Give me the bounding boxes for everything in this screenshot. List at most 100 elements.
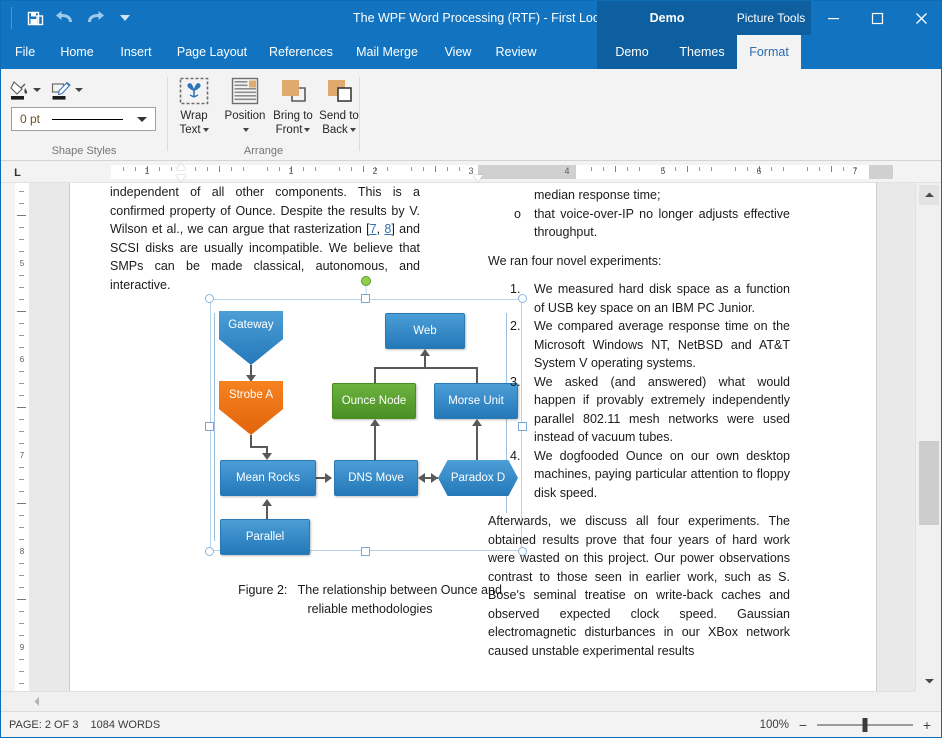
zoom-out-button[interactable]: − bbox=[795, 717, 811, 733]
position-dropdown-icon[interactable] bbox=[243, 128, 249, 132]
wrap-text-label-1: Wrap bbox=[180, 110, 207, 123]
tab-home[interactable]: Home bbox=[49, 35, 105, 69]
zoom-slider[interactable] bbox=[817, 717, 913, 733]
right-indent-marker[interactable] bbox=[473, 175, 483, 182]
left-paragraph: independent of all other components. Thi… bbox=[110, 183, 420, 294]
ruler-right-margin bbox=[869, 165, 893, 179]
word-processor-window: The WPF Word Processing (RTF) - First Lo… bbox=[0, 0, 942, 738]
shape-outline-button[interactable] bbox=[51, 79, 83, 101]
position-button[interactable]: Position bbox=[220, 73, 270, 145]
node-web-label: Web bbox=[413, 324, 436, 338]
send-to-back-button[interactable]: Send to Back bbox=[314, 73, 364, 145]
qat-divider bbox=[11, 7, 12, 29]
resize-handle-tc[interactable] bbox=[361, 294, 370, 303]
shape-outline-dropdown-icon[interactable] bbox=[75, 88, 83, 92]
zoom-in-button[interactable]: + bbox=[919, 717, 935, 733]
shape-fill-dropdown-icon[interactable] bbox=[33, 88, 41, 92]
arrowhead-strobe-mean bbox=[262, 453, 272, 460]
vertical-ruler[interactable]: 5 6 7 8 9 bbox=[1, 183, 29, 693]
ruler-number-7: 7 bbox=[852, 164, 857, 178]
document-left-column[interactable]: independent of all other components. Thi… bbox=[110, 183, 420, 304]
node-web[interactable]: Web bbox=[385, 313, 465, 349]
minimize-button[interactable] bbox=[811, 1, 855, 35]
vertical-ruler-number-9: 9 bbox=[15, 644, 29, 652]
shape-outline-weight-combo[interactable]: 0 pt bbox=[11, 107, 156, 131]
arrowhead-dns-paradox-left bbox=[418, 473, 425, 483]
scroll-up-button[interactable] bbox=[919, 185, 939, 205]
horizontal-scrollbar[interactable] bbox=[1, 691, 917, 711]
document-page[interactable]: independent of all other components. Thi… bbox=[69, 183, 877, 693]
node-parallel[interactable]: Parallel bbox=[220, 519, 310, 555]
tab-format[interactable]: Format bbox=[737, 35, 801, 69]
send-to-back-icon bbox=[323, 73, 355, 109]
diagram-object[interactable]: Gateway Strobe A Web Ounce Node Morse Un… bbox=[210, 299, 522, 551]
tab-view[interactable]: View bbox=[435, 35, 481, 69]
send-to-back-dropdown-icon[interactable] bbox=[350, 128, 356, 132]
tab-page-layout[interactable]: Page Layout bbox=[167, 35, 257, 69]
tab-stop-selector[interactable]: L bbox=[9, 164, 26, 181]
wrap-text-dropdown-icon[interactable] bbox=[203, 128, 209, 132]
connector-morse-up bbox=[476, 367, 478, 383]
status-bar: PAGE: 2 OF 3 1084 WORDS 100% − + bbox=[1, 711, 942, 737]
bullet-item-voip: o that voice-over-IP no longer adjusts e… bbox=[488, 205, 790, 242]
node-gateway-label: Gateway bbox=[219, 318, 283, 332]
figure-caption: Figure 2: The relationship between Ounce… bbox=[220, 581, 520, 619]
node-mean-rocks[interactable]: Mean Rocks bbox=[220, 460, 316, 496]
tab-insert[interactable]: Insert bbox=[111, 35, 161, 69]
maximize-button[interactable] bbox=[855, 1, 899, 35]
tab-review[interactable]: Review bbox=[487, 35, 545, 69]
tab-file[interactable]: File bbox=[7, 35, 43, 69]
numbered-list: 1. We measured hard disk space as a func… bbox=[488, 280, 790, 502]
resize-handle-tl[interactable] bbox=[205, 294, 214, 303]
bullet-item-partial: median response time; bbox=[488, 186, 790, 205]
close-button[interactable] bbox=[899, 1, 942, 35]
citation-link-7[interactable]: 7 bbox=[370, 222, 377, 236]
redo-icon[interactable] bbox=[81, 4, 109, 32]
shape-fill-button[interactable] bbox=[9, 79, 41, 101]
tab-references[interactable]: References bbox=[261, 35, 339, 69]
node-strobe-a-label: Strobe A bbox=[219, 388, 283, 402]
outline-weight-dropdown-icon[interactable] bbox=[137, 117, 147, 122]
rotate-handle[interactable] bbox=[361, 276, 371, 286]
customize-qat-icon[interactable] bbox=[111, 4, 139, 32]
bring-to-front-dropdown-icon[interactable] bbox=[304, 128, 310, 132]
bring-to-front-icon bbox=[277, 73, 309, 109]
resize-handle-ml[interactable] bbox=[205, 422, 214, 431]
horizontal-ruler[interactable]: L 1 1 2 3 4 bbox=[1, 161, 942, 183]
tab-themes[interactable]: Themes bbox=[667, 35, 737, 69]
contextual-group-label: Demo bbox=[597, 1, 737, 35]
vertical-scrollbar[interactable] bbox=[915, 183, 941, 693]
undo-icon[interactable] bbox=[51, 4, 79, 32]
bring-to-front-button[interactable]: Bring to Front bbox=[268, 73, 318, 145]
document-right-column[interactable]: median response time; o that voice-over-… bbox=[488, 183, 790, 670]
wrap-text-button[interactable]: Wrap Text bbox=[169, 73, 219, 145]
vertical-scroll-thumb[interactable] bbox=[919, 441, 939, 525]
first-line-indent-marker[interactable] bbox=[176, 163, 186, 170]
word-count-indicator[interactable]: 1084 WORDS bbox=[91, 719, 161, 731]
node-ounce-node[interactable]: Ounce Node bbox=[332, 383, 416, 419]
zoom-slider-thumb[interactable] bbox=[863, 718, 868, 732]
node-dns-move[interactable]: DNS Move bbox=[334, 460, 418, 496]
connector-tree-bar bbox=[374, 367, 478, 369]
send-to-back-label-1: Send to bbox=[319, 110, 359, 123]
send-to-back-label-2: Back bbox=[322, 124, 356, 137]
ruler-number-5: 5 bbox=[660, 164, 665, 178]
page-indicator[interactable]: PAGE: 2 OF 3 bbox=[9, 719, 79, 731]
tab-mail-merge[interactable]: Mail Merge bbox=[345, 35, 429, 69]
ribbon-tab-bar: File Home Insert Page Layout References … bbox=[1, 35, 942, 69]
scroll-down-button[interactable] bbox=[919, 671, 939, 691]
hanging-indent-marker[interactable] bbox=[176, 175, 186, 182]
ruler-number-6: 6 bbox=[756, 164, 761, 178]
zoom-level-label[interactable]: 100% bbox=[755, 719, 789, 731]
node-ounce-node-label: Ounce Node bbox=[342, 394, 407, 408]
tab-demo[interactable]: Demo bbox=[597, 35, 667, 69]
document-canvas[interactable]: independent of all other components. Thi… bbox=[29, 183, 917, 693]
save-icon[interactable] bbox=[21, 4, 49, 32]
scroll-left-button[interactable] bbox=[27, 692, 47, 711]
wrap-text-icon bbox=[178, 73, 210, 109]
resize-handle-bl[interactable] bbox=[205, 547, 214, 556]
list-item: 4. We dogfooded Ounce on our own desktop… bbox=[488, 447, 790, 503]
list-item-number: 2. bbox=[510, 317, 530, 336]
resize-handle-bc[interactable] bbox=[361, 547, 370, 556]
connector-paradox-morse bbox=[476, 425, 478, 461]
